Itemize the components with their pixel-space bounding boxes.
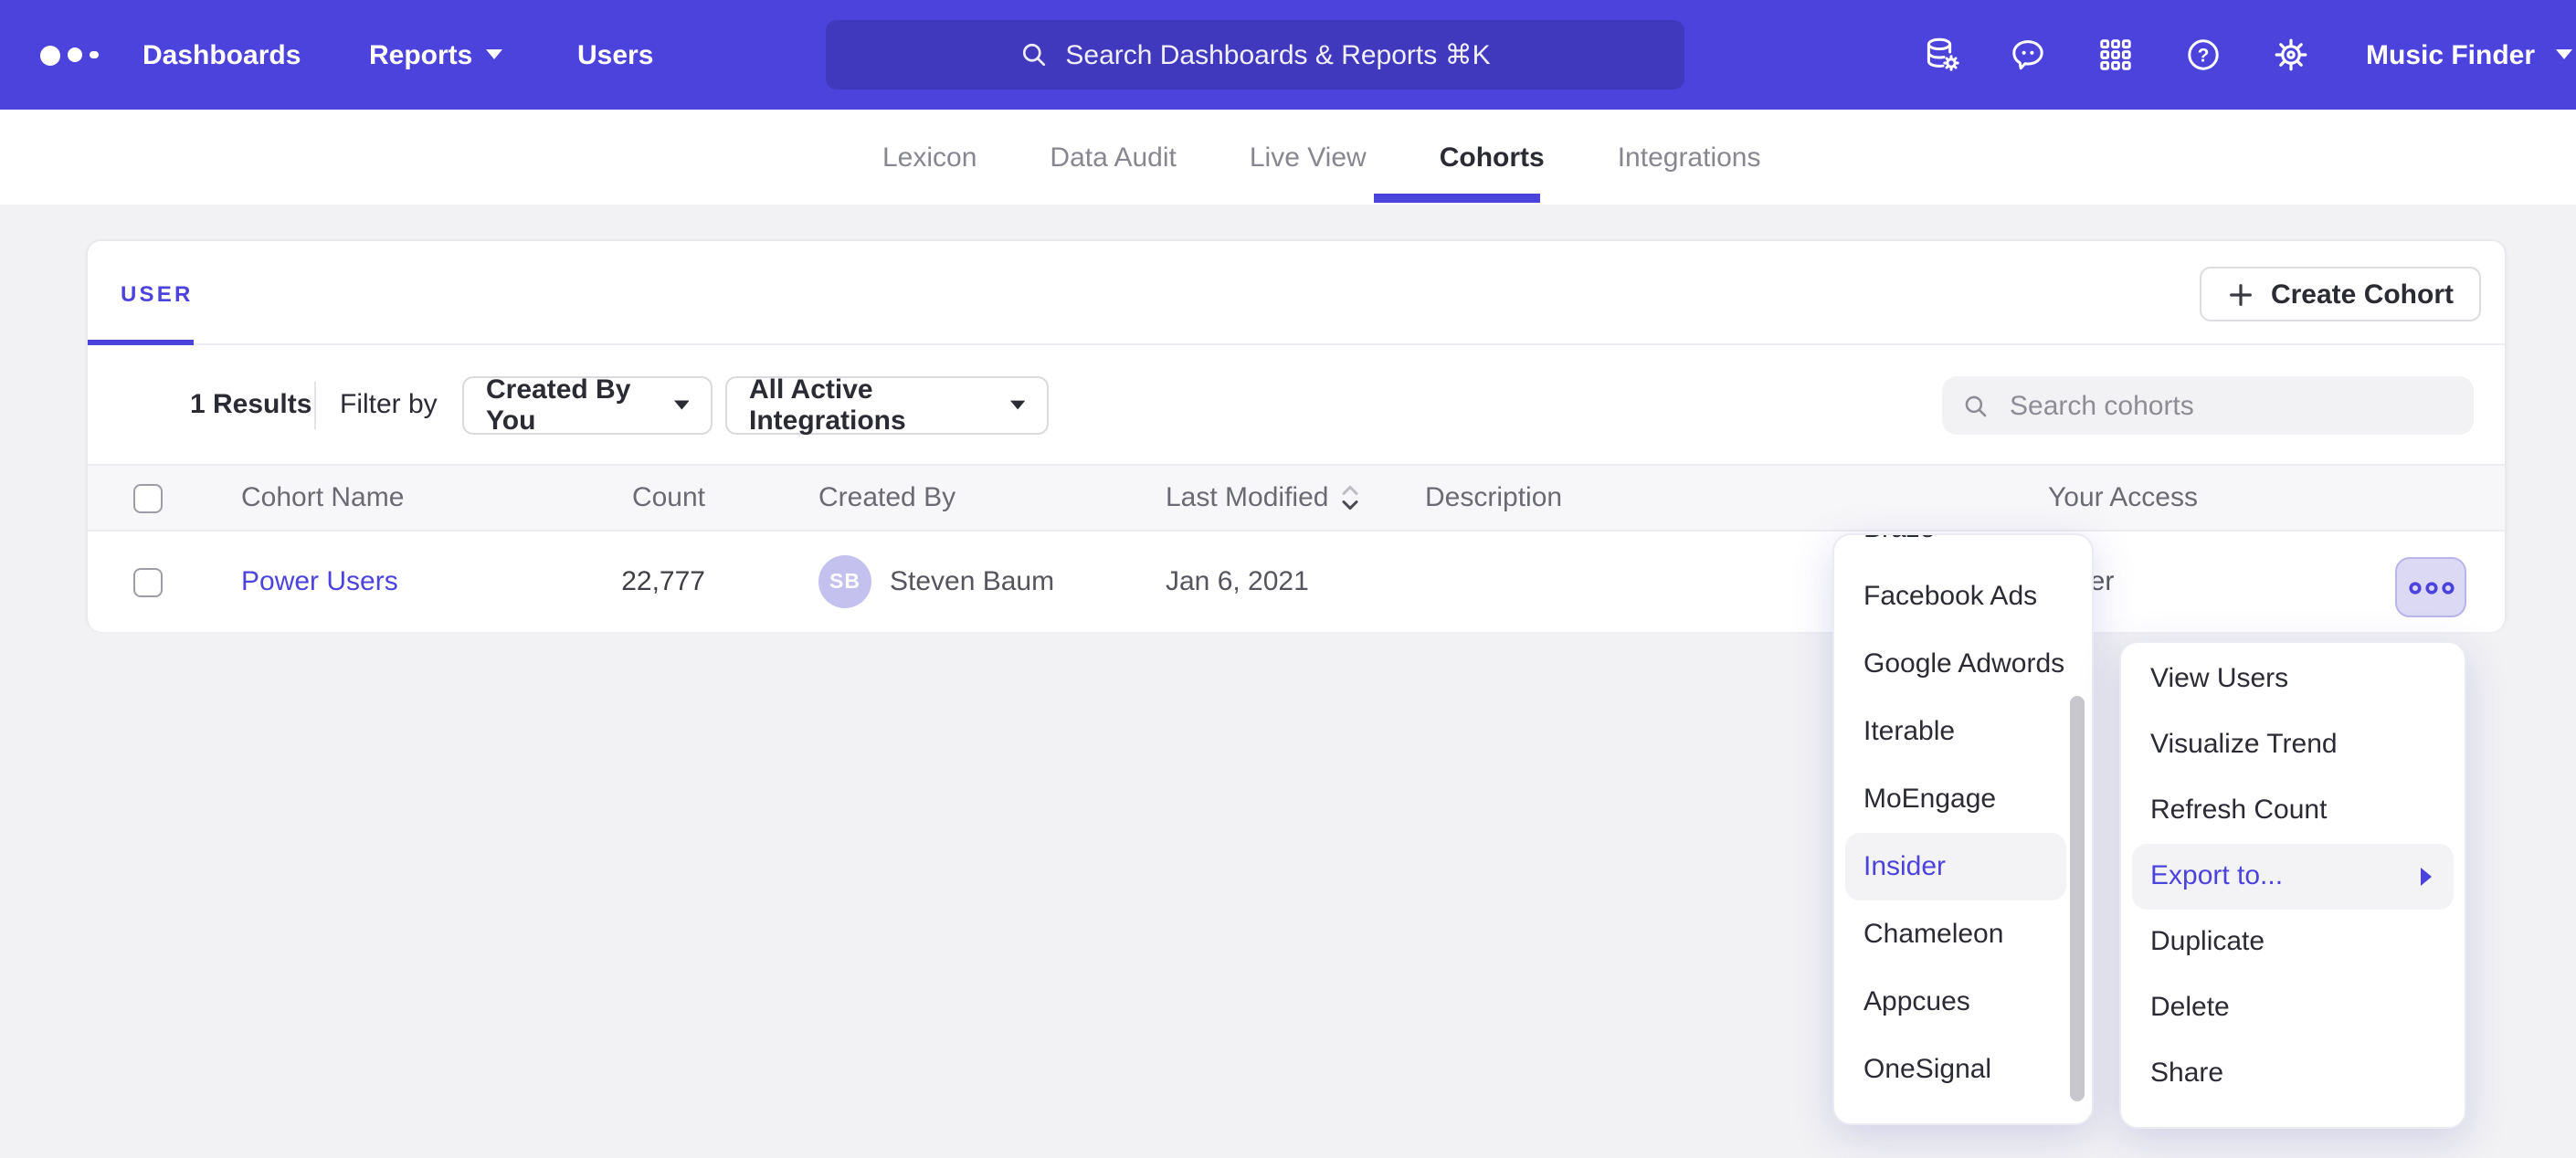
integrations-filter-dropdown[interactable]: All Active Integrations — [725, 376, 1049, 435]
filter-by-label: Filter by — [340, 345, 438, 464]
column-description[interactable]: Description — [1425, 466, 1562, 530]
tab-integrations[interactable]: Integrations — [1618, 142, 1761, 173]
cohort-context-menu: View Users Visualize Trend Refresh Count… — [2119, 641, 2466, 1129]
submenu-arrow-icon — [2421, 868, 2432, 886]
menu-item-visualize-trend[interactable]: Visualize Trend — [2121, 712, 2465, 778]
column-created-by[interactable]: Created By — [818, 466, 955, 530]
section-tabbar: Lexicon Data Audit Live View Cohorts Int… — [0, 110, 2576, 205]
menu-item-appcues[interactable]: Appcues — [1834, 968, 2092, 1036]
create-cohort-label: Create Cohort — [2271, 279, 2454, 310]
menu-item-view-users[interactable]: View Users — [2121, 647, 2465, 712]
svg-text:?: ? — [2198, 46, 2210, 67]
create-cohort-button[interactable]: Create Cohort — [2200, 267, 2481, 321]
tab-data-audit[interactable]: Data Audit — [1050, 142, 1176, 173]
plus-icon — [2227, 280, 2254, 308]
row-actions-button[interactable] — [2395, 557, 2466, 617]
chevron-down-icon — [485, 50, 501, 60]
mixpanel-logo-icon[interactable] — [40, 44, 102, 66]
data-settings-icon[interactable] — [1922, 35, 1962, 75]
ellipsis-icon — [2407, 578, 2455, 596]
menu-item-share[interactable]: Share — [2121, 1041, 2465, 1107]
nav-users[interactable]: Users — [577, 0, 653, 110]
global-search-placeholder: Search Dashboards & Reports ⌘K — [1065, 38, 1490, 71]
screenshot-viewport: Dashboards Reports Users Search Dashboar… — [0, 0, 2576, 1158]
menu-item-onesignal[interactable]: OneSignal — [1834, 1036, 2092, 1103]
created-by-filter-value: Created By You — [486, 374, 673, 437]
table-row[interactable]: Power Users 22,777 SB Steven Baum Jan 6,… — [88, 532, 2505, 632]
nav-dashboards[interactable]: Dashboards — [143, 0, 301, 110]
workspace-switcher[interactable]: Music Finder — [2366, 0, 2571, 110]
created-by-filter-dropdown[interactable]: Created By You — [462, 376, 713, 435]
menu-item-duplicate[interactable]: Duplicate — [2121, 910, 2465, 975]
cohort-search-input[interactable] — [2006, 388, 2454, 423]
tab-user-label: USER — [121, 280, 194, 306]
submenu-scrollbar[interactable] — [2070, 696, 2085, 1101]
tab-user-cohorts[interactable]: USER — [121, 241, 194, 345]
column-your-access[interactable]: Your Access — [2048, 466, 2198, 530]
tab-cohorts[interactable]: Cohorts — [1440, 142, 1545, 173]
search-icon — [1019, 40, 1049, 69]
column-last-modified-label: Last Modified — [1166, 482, 1328, 513]
active-tab-underline — [1374, 194, 1540, 203]
divider — [314, 382, 316, 429]
results-count: 1 Results — [190, 345, 311, 464]
help-icon[interactable]: ? — [2183, 35, 2223, 75]
top-navigation-bar: Dashboards Reports Users Search Dashboar… — [0, 0, 2576, 110]
menu-item-braze[interactable]: Braze — [1834, 533, 2092, 563]
feedback-icon[interactable] — [2008, 35, 2048, 75]
created-by-name: Steven Baum — [890, 566, 1054, 597]
filter-toolbar: 1 Results Filter by Created By You All A… — [88, 345, 2505, 464]
integrations-filter-value: All Active Integrations — [749, 374, 1010, 437]
menu-item-facebook-ads[interactable]: Facebook Ads — [1834, 563, 2092, 630]
nav-reports-label: Reports — [369, 39, 472, 70]
tab-live-view[interactable]: Live View — [1250, 142, 1367, 173]
nav-users-label: Users — [577, 39, 653, 70]
menu-item-export-to[interactable]: Export to... — [2132, 844, 2454, 910]
avatar: SB — [818, 555, 871, 608]
cohort-type-tabrow: USER Create Cohort — [88, 241, 2505, 345]
settings-gear-icon[interactable] — [2271, 35, 2311, 75]
select-all-checkbox[interactable] — [133, 483, 163, 512]
chevron-down-icon — [673, 401, 689, 411]
menu-item-refresh-count[interactable]: Refresh Count — [2121, 778, 2465, 844]
chevron-down-icon — [1010, 401, 1025, 411]
menu-item-insider[interactable]: Insider — [1845, 833, 2066, 900]
menu-item-google-adwords[interactable]: Google Adwords — [1834, 630, 2092, 698]
global-search-bar[interactable]: Search Dashboards & Reports ⌘K — [826, 20, 1684, 89]
table-header-row: Cohort Name Count Created By Last Modifi… — [88, 464, 2505, 532]
menu-item-delete[interactable]: Delete — [2121, 975, 2465, 1041]
cohort-search-box — [1942, 376, 2474, 435]
menu-item-chameleon[interactable]: Chameleon — [1834, 900, 2092, 968]
last-modified-date: Jan 6, 2021 — [1166, 532, 1309, 632]
tab-lexicon[interactable]: Lexicon — [882, 142, 977, 173]
chevron-down-icon — [2555, 50, 2571, 60]
column-count[interactable]: Count — [544, 466, 705, 530]
workspace-name: Music Finder — [2366, 39, 2535, 70]
cohorts-panel: USER Create Cohort 1 Results Filter by C… — [86, 239, 2507, 630]
apps-grid-icon[interactable] — [2096, 35, 2136, 75]
nav-dashboards-label: Dashboards — [143, 39, 301, 70]
search-icon — [1962, 392, 1990, 419]
app-window: Dashboards Reports Users Search Dashboar… — [0, 0, 2576, 1158]
column-cohort-name[interactable]: Cohort Name — [241, 466, 404, 530]
row-checkbox[interactable] — [133, 567, 163, 596]
column-last-modified[interactable]: Last Modified — [1166, 466, 1359, 530]
menu-item-export-to-label: Export to... — [2150, 844, 2283, 910]
menu-item-iterable[interactable]: Iterable — [1834, 698, 2092, 765]
cohort-name-link[interactable]: Power Users — [241, 566, 398, 597]
cohort-count: 22,777 — [544, 532, 705, 632]
sort-icon[interactable] — [1341, 484, 1359, 511]
export-destination-submenu: Braze Facebook Ads Google Adwords Iterab… — [1832, 533, 2094, 1125]
nav-reports[interactable]: Reports — [369, 0, 501, 110]
menu-item-moengage[interactable]: MoEngage — [1834, 765, 2092, 833]
